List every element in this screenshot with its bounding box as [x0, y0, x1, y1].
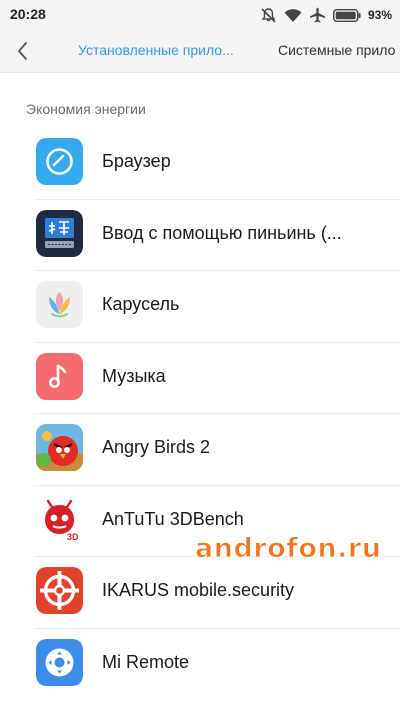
app-name: Музыка	[102, 365, 166, 386]
app-name: Браузер	[102, 151, 171, 171]
tab-system-apps[interactable]: Системные прило	[278, 42, 395, 58]
top-bar: Установленные прило... Системные прило	[0, 30, 400, 73]
angry-birds-icon	[36, 424, 83, 471]
pinyin-keyboard-icon	[36, 209, 83, 257]
list-item[interactable]: Mi Remote	[34, 629, 400, 700]
list-item[interactable]: Карусель	[34, 271, 400, 343]
carousel-icon	[36, 281, 83, 328]
airplane-icon	[309, 7, 326, 23]
app-name: Карусель	[102, 294, 180, 314]
app-name: Ввод с помощью пиньинь (...	[102, 222, 342, 243]
mute-icon	[260, 7, 277, 23]
status-time: 20:28	[10, 6, 46, 22]
tab-installed-apps[interactable]: Установленные прило...	[78, 42, 234, 58]
app-name: Mi Remote	[102, 651, 190, 672]
wifi-icon	[284, 8, 302, 23]
svg-text:3D: 3D	[67, 532, 79, 542]
browser-icon	[36, 138, 83, 185]
battery-percent: 93%	[367, 8, 392, 22]
battery-icon	[332, 8, 361, 22]
list-item[interactable]: IKARUS mobile.security	[34, 557, 400, 629]
list-item[interactable]: Angry Birds 2	[34, 414, 400, 486]
list-item[interactable]: Ввод с помощью пиньинь (...	[34, 200, 400, 271]
music-icon	[36, 352, 83, 400]
app-list: Браузер Ввод с помощью пиньинь (... Кару	[34, 128, 400, 699]
list-item[interactable]: Браузер	[34, 128, 400, 200]
status-bar: 20:28 93%	[0, 0, 400, 30]
mi-remote-icon	[36, 638, 83, 686]
watermark: androfon.ru	[194, 533, 382, 565]
back-button[interactable]	[10, 38, 36, 64]
app-name: Angry Birds 2	[102, 437, 211, 457]
app-name: IKARUS mobile.security	[102, 580, 295, 600]
back-arrow-icon	[18, 42, 27, 60]
ikarus-icon	[36, 567, 83, 614]
app-name: AnTuTu 3DBench	[102, 508, 244, 529]
section-title: Экономия энергии	[26, 101, 146, 117]
antutu-icon: 3D	[36, 495, 83, 543]
list-item[interactable]: Музыка	[34, 343, 400, 414]
status-icons: 93%	[260, 6, 392, 24]
